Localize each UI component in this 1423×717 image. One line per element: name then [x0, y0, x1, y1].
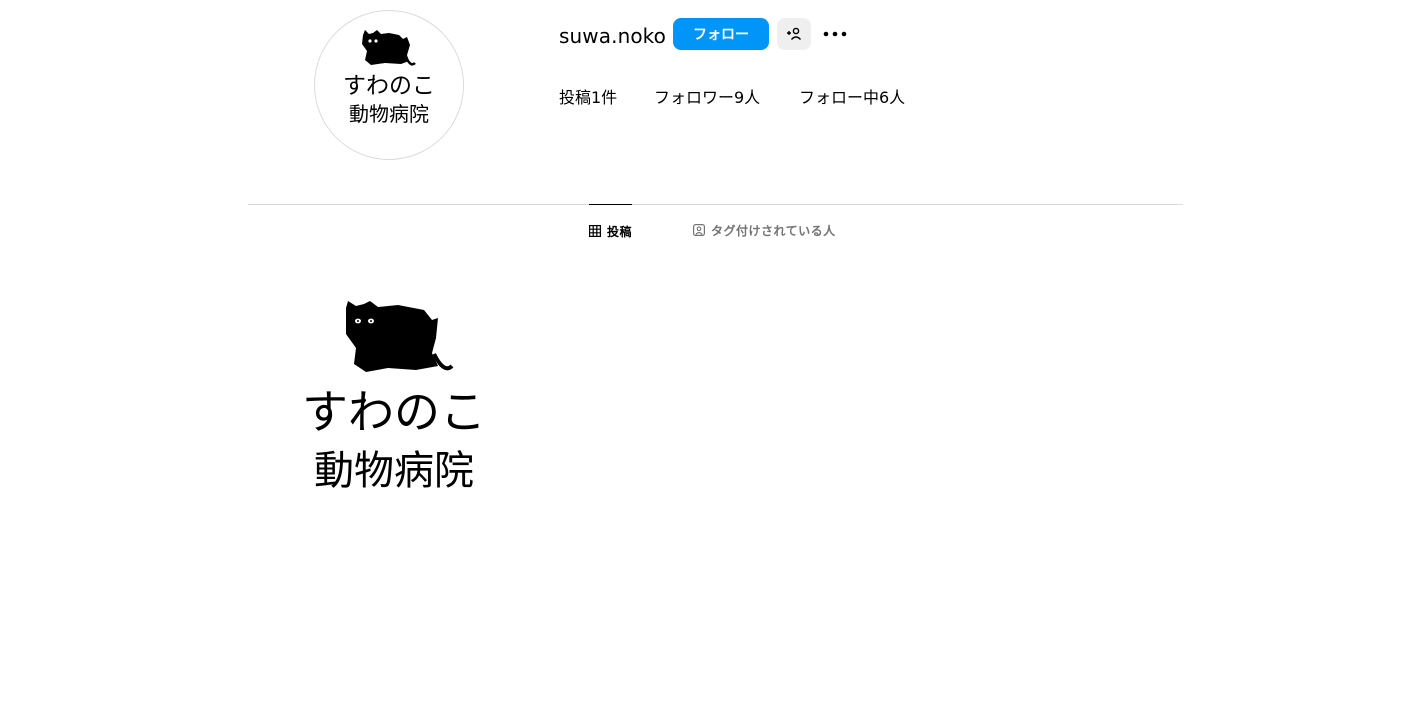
posts-count: 投稿1件: [559, 88, 618, 107]
post-logo-line1: すわのこ: [302, 385, 486, 439]
black-cat-logo: すわのこ 動物病院: [302, 301, 486, 494]
person-add-icon: [787, 27, 802, 40]
followers-link[interactable]: フォロワー9人: [654, 88, 760, 108]
suggest-accounts-button[interactable]: [777, 18, 811, 50]
tab-posts-label: 投稿: [607, 224, 633, 239]
profile-avatar[interactable]: すわのこ 動物病院: [314, 10, 464, 160]
tab-tagged[interactable]: タグ付けされている人: [693, 204, 836, 256]
post-logo-line2: 動物病院: [314, 448, 474, 494]
following-link[interactable]: フォロー中6人: [799, 88, 905, 108]
grid-icon: [589, 225, 601, 237]
follow-button[interactable]: フォロー: [673, 18, 769, 50]
black-cat-logo: すわのこ 動物病院: [343, 30, 435, 126]
profile-page: すわのこ 動物病院 suwa.noko フォロー 投稿1件 フォロワー9人 フォ…: [0, 0, 1423, 717]
tab-tagged-label: タグ付けされている人: [711, 223, 836, 238]
more-horizontal-icon: [823, 31, 847, 37]
tab-posts[interactable]: 投稿: [589, 204, 633, 257]
tagged-person-icon: [693, 224, 705, 236]
profile-username: suwa.noko: [559, 24, 666, 48]
avatar-line2: 動物病院: [349, 102, 429, 126]
more-options-button[interactable]: [819, 20, 851, 48]
post-thumbnail[interactable]: すわのこ 動物病院: [248, 258, 556, 566]
avatar-line1: すわのこ: [343, 73, 435, 99]
